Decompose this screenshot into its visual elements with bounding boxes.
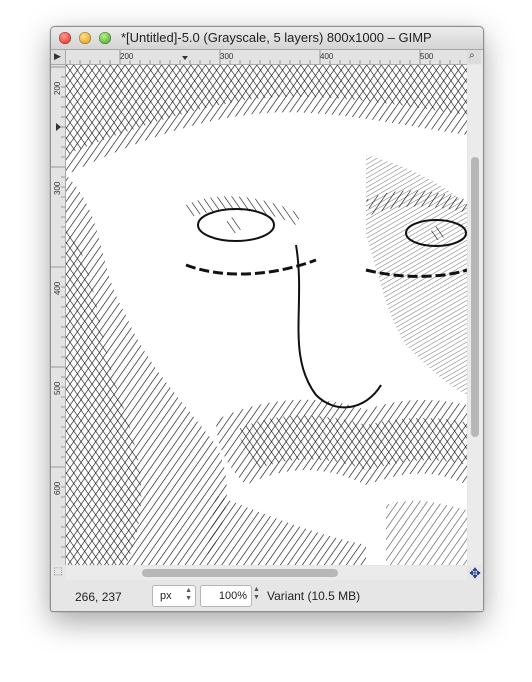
pointer-coordinates: 266, 237: [75, 590, 122, 604]
image-canvas[interactable]: [66, 65, 467, 565]
quick-mask-icon: ⬚: [53, 566, 63, 577]
navigate-button[interactable]: ✥: [468, 566, 482, 580]
menu-arrow-icon: ▶: [54, 51, 61, 61]
vruler-label-200: 200: [53, 81, 62, 95]
left-pupil: [226, 217, 242, 233]
zoom-button[interactable]: [99, 32, 111, 44]
unit-select[interactable]: px ▲ ▼: [152, 585, 196, 607]
vertical-ruler[interactable]: 200 300 400 500 600: [51, 65, 66, 565]
ruler-label-500: 500: [420, 52, 434, 61]
navigate-icon: ✥: [469, 565, 481, 581]
vruler-label-300: 300: [53, 181, 62, 195]
horizontal-scrollbar[interactable]: [66, 566, 467, 580]
window-title: *[Untitled]-5.0 (Grayscale, 5 layers) 80…: [121, 30, 432, 45]
right-chin-shade: [386, 500, 467, 565]
zoom-to-fit-button[interactable]: ⌕: [467, 50, 481, 64]
quick-mask-toggle[interactable]: ⬚: [51, 566, 65, 580]
ruler-label-400: 400: [320, 52, 334, 61]
vruler-pointer-marker: [56, 123, 61, 131]
vertical-scroll-thumb[interactable]: [471, 157, 479, 437]
title-bar[interactable]: *[Untitled]-5.0 (Grayscale, 5 layers) 80…: [51, 27, 483, 50]
zoom-arrows-icon[interactable]: ▲ ▼: [253, 586, 260, 602]
pointer-marker: [182, 56, 188, 60]
unit-value: px: [160, 590, 172, 602]
vruler-label-400: 400: [53, 281, 62, 295]
select-arrows-icon: ▲ ▼: [185, 587, 192, 602]
vruler-label-500: 500: [53, 381, 62, 395]
vruler-label-600: 600: [53, 481, 62, 495]
gimp-image-window: *[Untitled]-5.0 (Grayscale, 5 layers) 80…: [50, 26, 484, 612]
zoom-combo[interactable]: 100%: [200, 585, 252, 607]
vertical-scrollbar[interactable]: [468, 65, 482, 565]
horizontal-ruler[interactable]: 200 300 400 500: [66, 50, 467, 65]
ruler-label-300: 300: [220, 52, 234, 61]
image-menu-button[interactable]: ▶: [51, 50, 66, 65]
zoom-value: 100%: [218, 590, 247, 602]
layer-info: Variant (10.5 MB): [267, 589, 361, 603]
close-button[interactable]: [59, 32, 71, 44]
ruler-label-200: 200: [120, 52, 134, 61]
minimize-button[interactable]: [79, 32, 91, 44]
status-bar: 266, 237 px ▲ ▼ 100% ▲ ▼ Variant (10.5 MB): [51, 581, 483, 611]
right-pupil: [431, 226, 445, 240]
zoom-fit-icon: ⌕: [469, 50, 475, 61]
horizontal-scroll-thumb[interactable]: [142, 569, 338, 577]
